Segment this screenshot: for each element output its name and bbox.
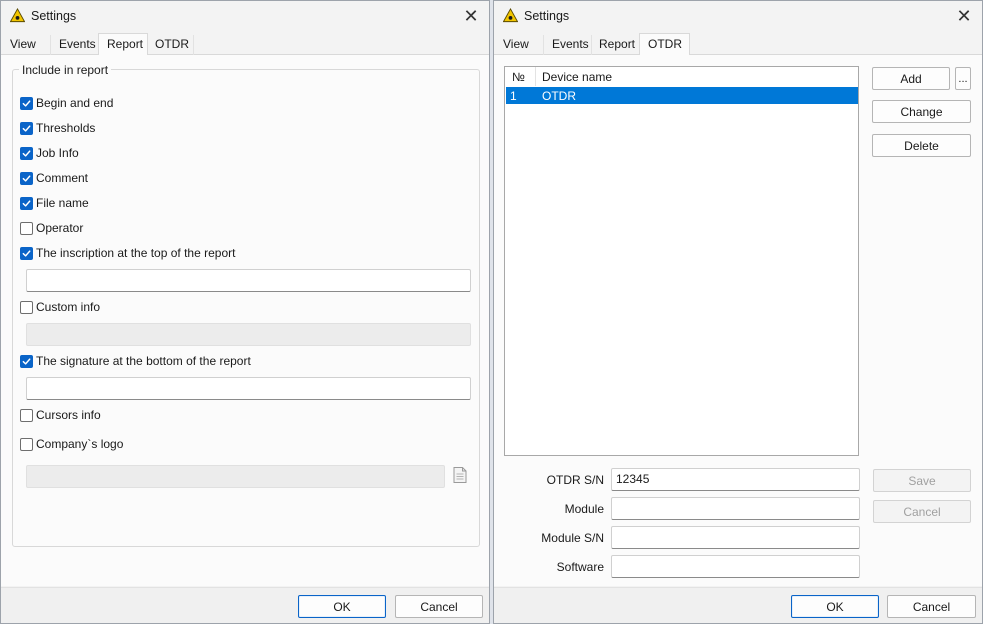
checkbox-checked[interactable] [20,246,33,260]
column-divider[interactable] [535,67,536,86]
option-comment[interactable]: Comment [20,170,88,186]
otdr-tab-content: № Device name 1 OTDR Add ... Change Dele… [494,55,982,586]
tab-otdr[interactable]: OTDR [147,35,194,55]
checkbox-checked[interactable] [20,171,33,185]
option-label: Comment [36,171,89,185]
custom-info-input [26,323,471,346]
add-button[interactable]: Add [872,67,950,90]
tab-bar: View Events Report OTDR [1,33,489,56]
field-cancel-button[interactable]: Cancel [873,500,971,523]
option-begin-and-end[interactable]: Begin and end [20,95,113,111]
option-label: Thresholds [36,121,96,135]
ok-button[interactable]: OK [298,595,386,618]
window-title: Settings [524,9,570,23]
option-top-inscription[interactable]: The inscription at the top of the report [20,245,235,261]
column-header-number[interactable]: № [512,70,525,84]
option-label: Cursors info [36,408,101,422]
option-job-info[interactable]: Job Info [20,145,79,161]
more-button[interactable]: ... [955,67,971,90]
tab-view[interactable]: View [2,35,51,55]
software-input[interactable] [611,555,860,578]
option-label: Job Info [36,146,79,160]
dialog-footer: OK Cancel [1,587,489,623]
file-browse-icon[interactable] [451,466,469,484]
module-sn-input[interactable] [611,526,860,549]
module-input[interactable] [611,497,860,520]
checkmark-icon [22,199,31,207]
report-tab-content: Include in report Begin and end Threshol… [1,55,489,586]
module-label: Module [564,502,604,516]
option-custom-info[interactable]: Custom info [20,299,100,315]
device-list[interactable]: № Device name 1 OTDR [504,66,859,456]
tab-events[interactable]: Events [51,35,99,55]
checkmark-icon [22,124,31,132]
tab-otdr[interactable]: OTDR [639,33,690,56]
checkmark-icon [22,99,31,107]
option-label: The signature at the bottom of the repor… [36,354,251,368]
close-icon: ✕ [956,5,972,26]
settings-dialog-otdr: Settings ✕ View Events Report OTDR № Dev… [493,0,983,624]
checkmark-icon [22,149,31,157]
option-label: Operator [36,221,84,235]
checkbox-checked[interactable] [20,96,33,110]
tab-report[interactable]: Report [591,35,641,55]
close-button[interactable]: ✕ [950,3,978,29]
save-button[interactable]: Save [873,469,971,492]
cancel-button[interactable]: Cancel [395,595,483,618]
checkmark-icon [22,174,31,182]
top-inscription-input[interactable] [26,269,471,292]
bottom-signature-input[interactable] [26,377,471,400]
option-company-logo[interactable]: Company`s logo [20,436,123,452]
dialog-footer: OK Cancel [494,587,982,623]
checkbox-unchecked[interactable] [20,437,33,451]
cancel-button[interactable]: Cancel [887,595,976,618]
checkbox-checked[interactable] [20,121,33,135]
checkbox-checked[interactable] [20,196,33,210]
option-label: The inscription at the top of the report [36,246,236,260]
checkbox-checked[interactable] [20,146,33,160]
option-file-name[interactable]: File name [20,195,89,211]
warning-triangle-icon [10,8,25,23]
tab-events[interactable]: Events [544,35,592,55]
change-button[interactable]: Change [872,100,971,123]
window-title: Settings [31,9,77,23]
otdr-sn-input[interactable]: 12345 [611,468,860,491]
tab-bar: View Events Report OTDR [494,33,982,56]
checkbox-unchecked[interactable] [20,221,33,235]
close-icon: ✕ [463,5,479,26]
option-bottom-signature[interactable]: The signature at the bottom of the repor… [20,353,251,369]
option-label: Begin and end [36,96,114,110]
option-cursors-info[interactable]: Cursors info [20,407,101,423]
checkbox-unchecked[interactable] [20,300,33,314]
option-label: File name [36,196,89,210]
otdr-sn-label: OTDR S/N [546,473,604,487]
ok-button[interactable]: OK [791,595,879,618]
column-header-device-name[interactable]: Device name [542,70,612,84]
title-bar[interactable]: Settings ✕ [1,1,489,33]
module-sn-label: Module S/N [541,531,604,545]
tab-view[interactable]: View [495,35,544,55]
device-name: OTDR [542,89,576,103]
device-list-header: № Device name [505,67,858,86]
group-title: Include in report [19,63,112,77]
close-button[interactable]: ✕ [457,3,485,29]
checkbox-checked[interactable] [20,354,33,368]
warning-triangle-icon [503,8,518,23]
checkbox-unchecked[interactable] [20,408,33,422]
device-row[interactable]: 1 OTDR [506,87,858,104]
software-label: Software [556,560,604,574]
tab-report[interactable]: Report [98,33,148,56]
option-label: Company`s logo [36,437,124,451]
checkmark-icon [22,357,31,365]
title-bar[interactable]: Settings ✕ [494,1,982,33]
settings-dialog-report: Settings ✕ View Events Report OTDR Inclu… [0,0,490,624]
device-number: 1 [510,89,517,103]
checkmark-icon [22,249,31,257]
company-logo-path-input [26,465,445,488]
option-label: Custom info [36,300,101,314]
option-operator[interactable]: Operator [20,220,83,236]
delete-button[interactable]: Delete [872,134,971,157]
option-thresholds[interactable]: Thresholds [20,120,95,136]
